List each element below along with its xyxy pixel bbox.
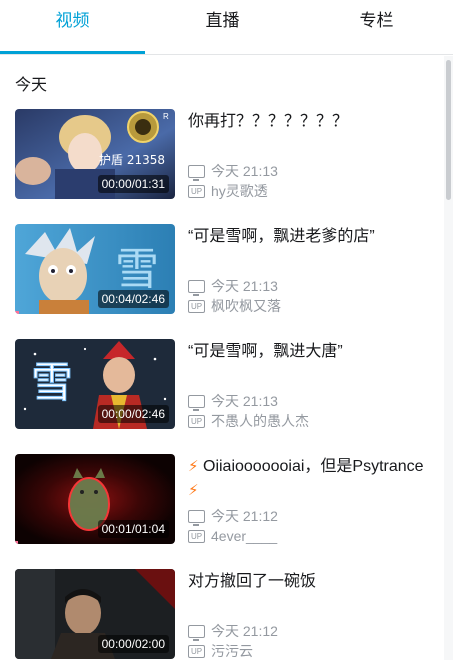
uploader-name[interactable]: 不愚人的愚人杰 xyxy=(211,413,309,429)
up-badge-icon: UP xyxy=(188,414,205,428)
uploader-row[interactable]: UP hy灵歌透 xyxy=(188,182,268,200)
monitor-icon xyxy=(188,509,205,526)
watch-time: 今天 21:13 xyxy=(211,393,278,409)
scrollbar-thumb[interactable] xyxy=(446,60,451,200)
lightning-icon: ⚡ xyxy=(188,482,199,499)
uploader-row[interactable]: UP 4ever____ xyxy=(188,527,277,545)
video-title[interactable]: 对方撤回了一碗饭 xyxy=(188,570,433,594)
video-thumbnail[interactable]: 雪 00:00/02:46 xyxy=(15,339,175,429)
scrollbar[interactable] xyxy=(444,56,453,660)
watch-time-row: 今天 21:12 xyxy=(188,622,278,641)
up-badge-icon: UP xyxy=(188,299,205,313)
monitor-icon xyxy=(188,164,205,181)
watch-progress-bar xyxy=(15,541,18,544)
up-badge-icon: UP xyxy=(188,644,205,658)
history-item[interactable]: 雪 00:00/02:46 “可是雪啊，飘进大唐” 今天 21:13 UP 不愚人… xyxy=(0,339,444,449)
history-item[interactable]: 00:01/01:04 ⚡ Oiiaiooooooiai，但是Psytrance… xyxy=(0,454,444,564)
uploader-row[interactable]: UP 不愚人的愚人杰 xyxy=(188,412,309,430)
watch-time-row: 今天 21:13 xyxy=(188,162,278,181)
thumbnail-overlay-text: 雪 xyxy=(115,244,159,295)
watch-time-row: 今天 21:12 xyxy=(188,507,278,526)
watch-time: 今天 21:12 xyxy=(211,623,278,639)
watch-time: 今天 21:13 xyxy=(211,163,278,179)
up-badge-icon: UP xyxy=(188,529,205,543)
section-title-today: 今天 xyxy=(15,77,48,94)
watch-time-row: 今天 21:13 xyxy=(188,392,278,411)
uploader-name[interactable]: 4ever____ xyxy=(211,528,277,544)
uploader-row[interactable]: UP 枫吹枫又落 xyxy=(188,297,281,315)
watch-time: 今天 21:13 xyxy=(211,278,278,294)
tab-live[interactable]: 直播 xyxy=(145,0,300,54)
duration-badge: 00:00/01:31 xyxy=(97,175,169,193)
video-thumbnail[interactable]: 雪 00:04/02:46 xyxy=(15,224,175,314)
watch-time-row: 今天 21:13 xyxy=(188,277,278,296)
history-item[interactable]: 雪 00:04/02:46 “可是雪啊，飘进老爹的店” 今天 21:13 UP 枫… xyxy=(0,224,444,334)
video-title-text: Oiiaiooooooiai，但是Psytrance xyxy=(203,458,424,475)
lightning-icon: ⚡ xyxy=(188,458,199,475)
uploader-row[interactable]: UP 污污云 xyxy=(188,642,253,660)
tab-bar: 视频 直播 专栏 xyxy=(0,0,453,55)
video-title[interactable]: 你再打？？？？？？？ xyxy=(188,110,433,134)
monitor-icon xyxy=(188,394,205,411)
video-title[interactable]: “可是雪啊，飘进老爹的店” xyxy=(188,225,433,249)
monitor-icon xyxy=(188,279,205,296)
history-item[interactable]: 00:00/02:00 对方撤回了一碗饭 今天 21:12 UP 污污云 xyxy=(0,569,444,660)
video-thumbnail[interactable]: 00:01/01:04 xyxy=(15,454,175,544)
watch-progress-bar xyxy=(15,311,19,314)
up-badge-icon: UP xyxy=(188,184,205,198)
uploader-name[interactable]: hy灵歌透 xyxy=(211,183,268,199)
video-title[interactable]: ⚡ Oiiaiooooooiai，但是Psytrance ⚡ xyxy=(188,455,433,503)
video-thumbnail[interactable]: R 护盾 21358 00:00/01:31 xyxy=(15,109,175,199)
thumbnail-overlay-text: 护盾 21358 xyxy=(99,153,165,167)
duration-badge: 00:00/02:46 xyxy=(97,405,169,423)
video-thumbnail[interactable]: 00:00/02:00 xyxy=(15,569,175,659)
tab-video[interactable]: 视频 xyxy=(0,0,145,54)
tab-active-indicator xyxy=(0,51,145,54)
watch-time: 今天 21:12 xyxy=(211,508,278,524)
duration-badge: 00:00/02:00 xyxy=(97,635,169,653)
duration-badge: 00:01/01:04 xyxy=(97,520,169,538)
uploader-name[interactable]: 污污云 xyxy=(211,643,253,659)
video-title[interactable]: “可是雪啊，飘进大唐” xyxy=(188,340,433,364)
svg-text:R: R xyxy=(163,112,169,121)
monitor-icon xyxy=(188,624,205,641)
uploader-name[interactable]: 枫吹枫又落 xyxy=(211,298,281,314)
thumbnail-overlay-text: 雪 xyxy=(31,358,73,407)
duration-badge: 00:04/02:46 xyxy=(97,290,169,308)
tab-column[interactable]: 专栏 xyxy=(300,0,453,54)
history-item[interactable]: R 护盾 21358 00:00/01:31 你再打？？？？？？？ 今天 21:… xyxy=(0,109,444,219)
